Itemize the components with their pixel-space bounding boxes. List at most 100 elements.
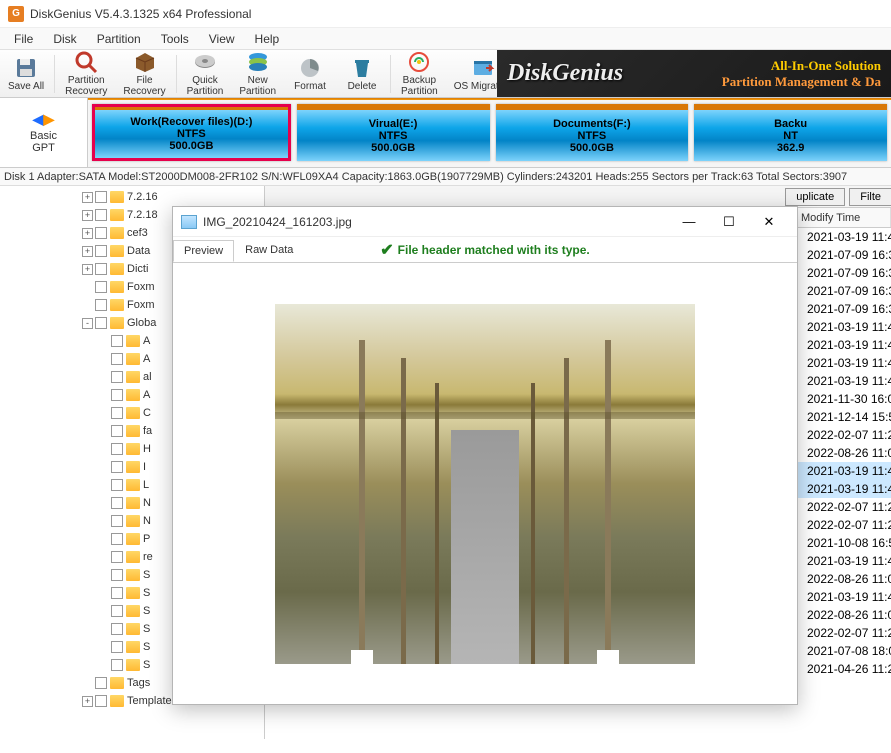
folder-icon	[126, 551, 140, 563]
folder-icon	[126, 389, 140, 401]
tree-checkbox[interactable]	[111, 533, 123, 545]
folder-icon	[126, 479, 140, 491]
partition-2[interactable]: Documents(F:)NTFS500.0GB	[496, 104, 689, 161]
new-partition-button[interactable]: New Partition	[231, 46, 284, 101]
tree-item[interactable]: +7.2.16	[2, 188, 262, 206]
folder-icon	[110, 263, 124, 275]
tree-checkbox[interactable]	[95, 245, 107, 257]
folder-icon	[126, 425, 140, 437]
file-recovery-button[interactable]: File Recovery	[115, 46, 173, 101]
image-icon	[181, 215, 197, 229]
disk-icon	[14, 56, 38, 80]
tree-checkbox[interactable]	[111, 605, 123, 617]
partition-3[interactable]: BackuNT362.9	[694, 104, 887, 161]
folder-icon	[110, 281, 124, 293]
tree-twisty[interactable]: +	[82, 210, 93, 221]
format-button[interactable]: Format	[284, 52, 336, 96]
folder-icon	[110, 191, 124, 203]
folder-icon	[110, 677, 124, 689]
close-button[interactable]: ✕	[749, 210, 789, 234]
tree-checkbox[interactable]	[111, 371, 123, 383]
tree-checkbox[interactable]	[95, 317, 107, 329]
duplicate-button[interactable]: uplicate	[785, 188, 845, 206]
partition-row: Work(Recover files)(D:)NTFS500.0GBVirual…	[88, 98, 891, 167]
banner: DiskGenius All-In-One Solution Partition…	[497, 50, 891, 97]
tree-twisty[interactable]: +	[82, 264, 93, 275]
stack-icon	[246, 50, 270, 74]
tree-checkbox[interactable]	[111, 515, 123, 527]
preview-titlebar[interactable]: IMG_20210424_161203.jpg — ☐ ✕	[173, 207, 797, 237]
tab-preview[interactable]: Preview	[173, 240, 234, 262]
tree-checkbox[interactable]	[111, 569, 123, 581]
arrow-right-icon[interactable]: ▶	[44, 111, 55, 128]
tree-checkbox[interactable]	[95, 191, 107, 203]
backup-partition-button[interactable]: Backup Partition	[393, 46, 446, 101]
menu-file[interactable]: File	[4, 29, 43, 49]
partition-1[interactable]: Virual(E:)NTFS500.0GB	[297, 104, 490, 161]
toolbar: Save All Partition Recovery File Recover…	[0, 50, 891, 98]
tree-checkbox[interactable]	[111, 353, 123, 365]
tree-checkbox[interactable]	[111, 425, 123, 437]
disk-bar: ◀▶ Basic GPT Work(Recover files)(D:)NTFS…	[0, 98, 891, 168]
tree-twisty[interactable]: +	[82, 246, 93, 257]
tree-checkbox[interactable]	[111, 443, 123, 455]
folder-icon	[126, 515, 140, 527]
tree-checkbox[interactable]	[95, 227, 107, 239]
folder-icon	[126, 443, 140, 455]
partition-0[interactable]: Work(Recover files)(D:)NTFS500.0GB	[92, 104, 291, 161]
magnify-icon	[74, 50, 98, 74]
save-all-button[interactable]: Save All	[0, 52, 52, 96]
tree-checkbox[interactable]	[95, 209, 107, 221]
preview-tabs: Preview Raw Data ✔ File header matched w…	[173, 237, 797, 263]
tree-checkbox[interactable]	[111, 587, 123, 599]
header-match-message: ✔ File header matched with its type.	[380, 240, 589, 260]
pie-icon	[298, 56, 322, 80]
col-modify-time[interactable]: Modify Time	[795, 208, 891, 227]
folder-icon	[110, 317, 124, 329]
delete-button[interactable]: Delete	[336, 52, 388, 96]
tree-checkbox[interactable]	[111, 461, 123, 473]
tree-checkbox[interactable]	[95, 695, 107, 707]
tree-twisty[interactable]: +	[82, 696, 93, 707]
tree-checkbox[interactable]	[95, 281, 107, 293]
tree-checkbox[interactable]	[95, 677, 107, 689]
tree-checkbox[interactable]	[95, 299, 107, 311]
banner-title: DiskGenius	[507, 60, 623, 87]
partition-recovery-button[interactable]: Partition Recovery	[57, 46, 115, 101]
folder-icon	[126, 461, 140, 473]
window-title: DiskGenius V5.4.3.1325 x64 Professional	[30, 7, 251, 21]
folder-icon	[126, 371, 140, 383]
arrow-left-icon[interactable]: ◀	[33, 111, 44, 128]
tree-twisty[interactable]: +	[82, 192, 93, 203]
backup-icon	[407, 50, 431, 74]
disk-label[interactable]: ◀▶ Basic GPT	[0, 98, 88, 167]
folder-icon	[126, 605, 140, 617]
tree-checkbox[interactable]	[111, 659, 123, 671]
filter-button[interactable]: Filte	[849, 188, 891, 206]
folder-icon	[126, 569, 140, 581]
tree-checkbox[interactable]	[111, 551, 123, 563]
tree-checkbox[interactable]	[95, 263, 107, 275]
tree-checkbox[interactable]	[111, 389, 123, 401]
tree-twisty[interactable]: -	[82, 318, 93, 329]
tree-checkbox[interactable]	[111, 335, 123, 347]
tree-checkbox[interactable]	[111, 497, 123, 509]
tree-checkbox[interactable]	[111, 407, 123, 419]
tree-checkbox[interactable]	[111, 641, 123, 653]
tree-checkbox[interactable]	[111, 623, 123, 635]
maximize-button[interactable]: ☐	[709, 210, 749, 234]
folder-icon	[110, 299, 124, 311]
tree-checkbox[interactable]	[111, 479, 123, 491]
tree-twisty[interactable]: +	[82, 228, 93, 239]
minimize-button[interactable]: —	[669, 210, 709, 234]
quick-partition-button[interactable]: Quick Partition	[179, 46, 232, 101]
preview-window: IMG_20210424_161203.jpg — ☐ ✕ Preview Ra…	[172, 206, 798, 705]
folder-icon	[126, 659, 140, 671]
disk-info-bar: Disk 1 Adapter:SATA Model:ST2000DM008-2F…	[0, 168, 891, 186]
tab-rawdata[interactable]: Raw Data	[234, 239, 304, 261]
folder-icon	[126, 641, 140, 653]
nav-arrows[interactable]: ◀▶	[33, 111, 55, 128]
folder-icon	[110, 227, 124, 239]
folder-icon	[126, 353, 140, 365]
banner-sub2: Partition Management & Da	[722, 74, 881, 90]
